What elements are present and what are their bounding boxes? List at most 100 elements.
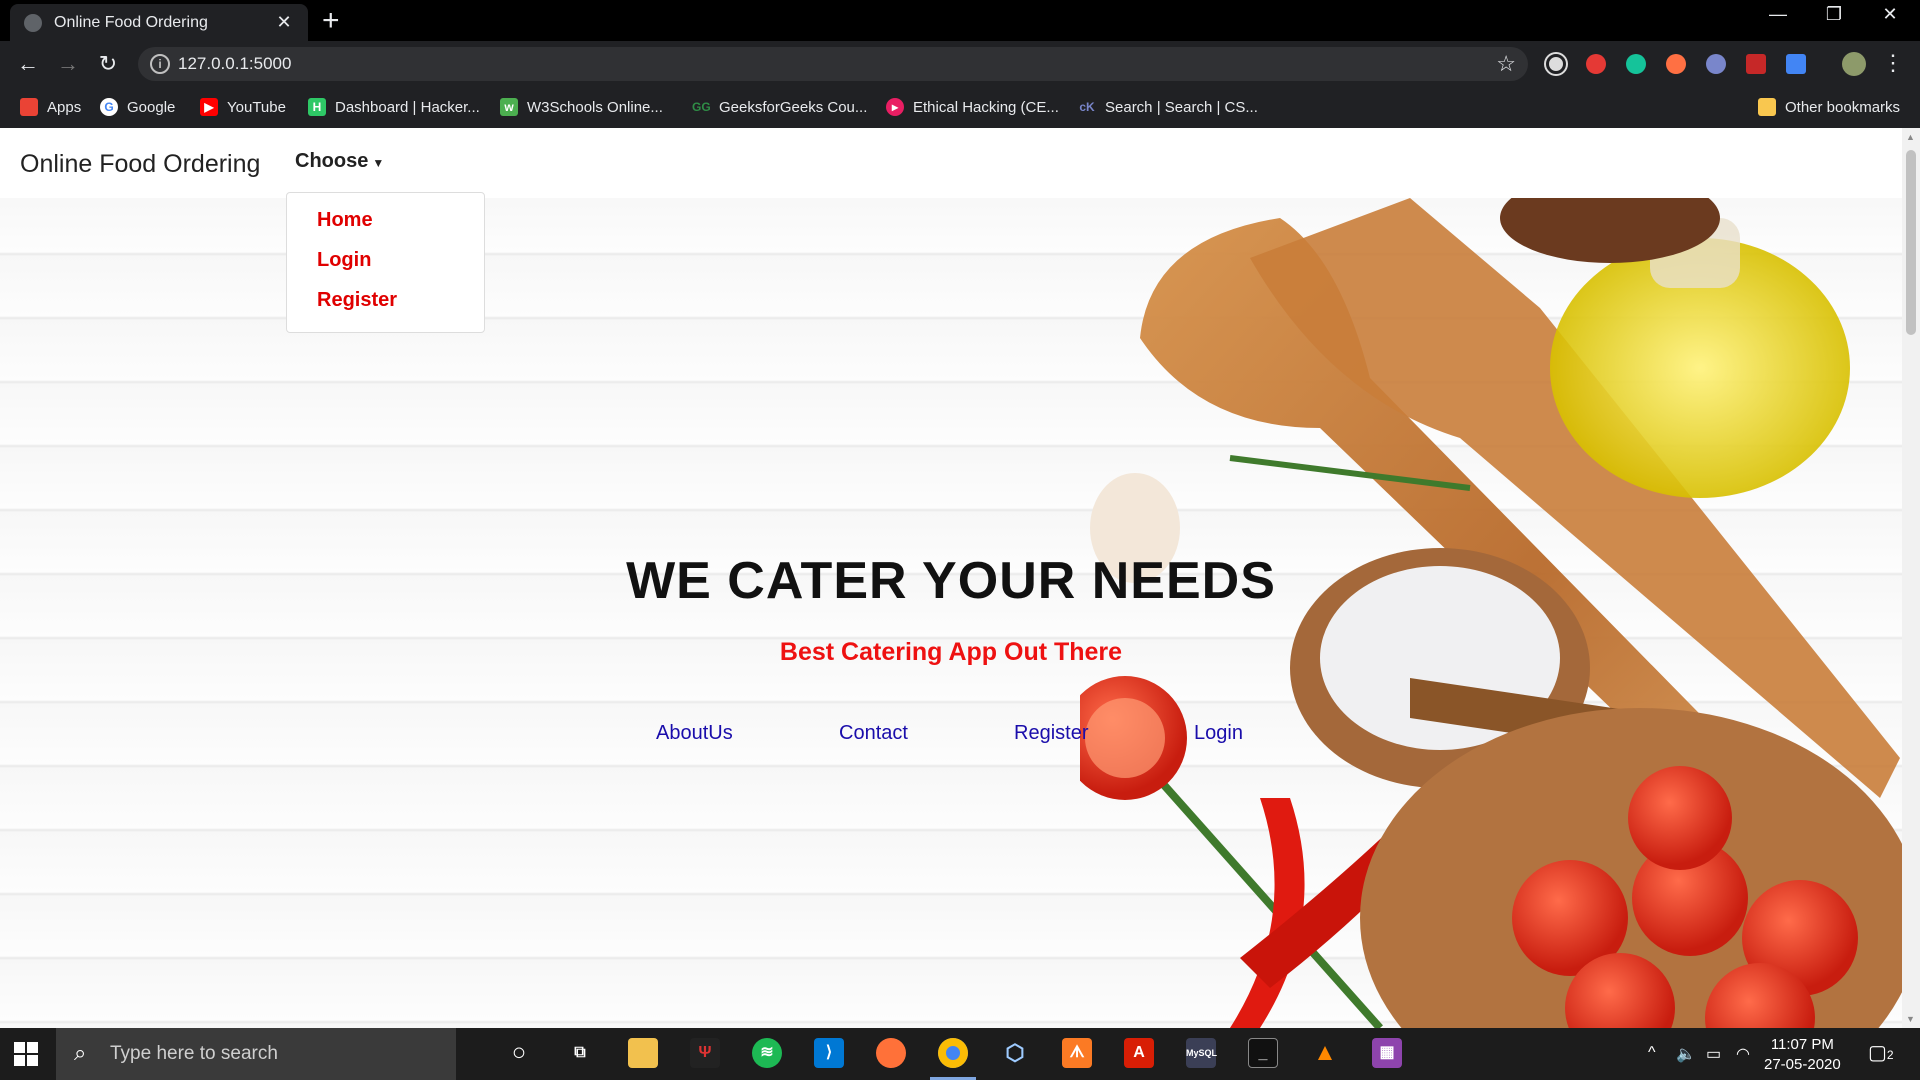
scroll-down-icon[interactable]: ▼ bbox=[1906, 1014, 1915, 1024]
folder-icon bbox=[1758, 98, 1776, 116]
chrome-menu-icon[interactable]: ⋮ bbox=[1882, 50, 1904, 76]
notification-count: 2 bbox=[1886, 1048, 1894, 1062]
bookmark-geeksforgeeks[interactable]: GG GeeksforGeeks Cou... bbox=[692, 98, 867, 116]
globe-icon bbox=[24, 13, 42, 32]
notification-center-icon[interactable]: ▢2 bbox=[1868, 1040, 1894, 1065]
mysql-workbench-icon[interactable]: MySQL bbox=[1186, 1038, 1217, 1068]
bookmark-label: Google bbox=[127, 98, 176, 116]
winrar-icon[interactable]: ▦ bbox=[1372, 1038, 1402, 1068]
new-tab-button[interactable]: + bbox=[322, 6, 340, 36]
youtube-icon: ▶ bbox=[200, 98, 218, 116]
minimize-icon[interactable]: — bbox=[1758, 4, 1798, 25]
profile-avatar[interactable] bbox=[1842, 52, 1866, 76]
bookmark-label: Apps bbox=[47, 98, 82, 116]
close-tab-icon[interactable]: ✕ bbox=[274, 12, 294, 33]
battery-icon[interactable]: ▭ bbox=[1706, 1044, 1721, 1064]
search-placeholder: Type here to search bbox=[110, 1043, 278, 1064]
hackerrank-icon: H bbox=[308, 98, 326, 116]
scrollbar-thumb[interactable] bbox=[1906, 150, 1916, 335]
bookmark-label: Dashboard | Hacker... bbox=[335, 98, 480, 116]
bookmark-other[interactable]: Other bookmarks bbox=[1758, 98, 1900, 116]
search-icon: ⌕ bbox=[74, 1040, 87, 1065]
forward-icon[interactable]: → bbox=[54, 50, 82, 78]
wifi-icon[interactable]: ◠ bbox=[1736, 1044, 1750, 1064]
spotify-icon[interactable]: ≋ bbox=[752, 1038, 782, 1068]
system-clock[interactable]: 11:07 PM 27-05-2020 bbox=[1764, 1035, 1841, 1075]
food-background-image bbox=[1080, 198, 1902, 1028]
brave-extension-icon[interactable] bbox=[1666, 54, 1686, 74]
predator-sense-icon[interactable]: Ψ bbox=[690, 1038, 720, 1068]
clock-time: 11:07 PM bbox=[1770, 1036, 1834, 1053]
translate-extension-icon[interactable] bbox=[1786, 54, 1806, 74]
hero-title: WE CATER YOUR NEEDS bbox=[626, 552, 1276, 610]
chrome-icon[interactable] bbox=[938, 1038, 968, 1068]
task-view-icon[interactable]: ⧉ bbox=[565, 1038, 595, 1068]
volume-icon[interactable]: 🔈 bbox=[1676, 1044, 1696, 1064]
bookmark-label: Other bookmarks bbox=[1785, 98, 1901, 116]
extension-icon[interactable] bbox=[1546, 54, 1566, 74]
choose-dropdown-toggle[interactable]: Choose ▼ bbox=[295, 150, 384, 173]
geeksforgeeks-icon: GG bbox=[692, 100, 711, 114]
firefox-icon[interactable] bbox=[876, 1038, 906, 1068]
bookmark-ethical-hacking[interactable]: ▸ Ethical Hacking (CE... bbox=[886, 98, 1059, 116]
xampp-icon[interactable]: ᗑ bbox=[1062, 1038, 1092, 1068]
caret-down-icon: ▼ bbox=[372, 156, 385, 170]
dropdown-item-login[interactable]: Login bbox=[317, 249, 371, 272]
pdf-extension-icon[interactable] bbox=[1746, 54, 1766, 74]
address-bar[interactable]: i 127.0.0.1:5000 ☆ bbox=[138, 47, 1528, 81]
windows-start-icon[interactable] bbox=[14, 1042, 38, 1066]
extension-icon[interactable] bbox=[1706, 54, 1726, 74]
url-text[interactable]: 127.0.0.1:5000 bbox=[178, 54, 291, 74]
dropdown-item-register[interactable]: Register bbox=[317, 289, 397, 312]
vscode-icon[interactable]: ⟩ bbox=[814, 1038, 844, 1068]
bookmark-hackerrank[interactable]: H Dashboard | Hacker... bbox=[308, 98, 480, 116]
bookmark-star-icon[interactable]: ☆ bbox=[1496, 51, 1516, 77]
aboutus-link[interactable]: AboutUs bbox=[656, 722, 733, 745]
reload-icon[interactable]: ↻ bbox=[94, 50, 122, 78]
bookmark-label: W3Schools Online... bbox=[527, 98, 663, 116]
bookmark-youtube[interactable]: ▶ YouTube bbox=[200, 98, 286, 116]
tab-title: Online Food Ordering bbox=[54, 13, 208, 31]
site-info-icon[interactable]: i bbox=[150, 54, 170, 74]
site-brand[interactable]: Online Food Ordering bbox=[20, 150, 260, 179]
bookmarks-bar: Apps G Google ▶ YouTube H Dashboard | Ha… bbox=[0, 87, 1920, 128]
site-navbar: Online Food Ordering Choose ▼ bbox=[0, 128, 1902, 198]
dropdown-item-home[interactable]: Home bbox=[317, 209, 373, 232]
taskbar-search-box[interactable]: ⌕ Type here to search bbox=[56, 1028, 456, 1080]
back-icon[interactable]: ← bbox=[14, 50, 42, 78]
bookmark-label: YouTube bbox=[227, 98, 286, 116]
vlc-icon[interactable]: ▲ bbox=[1310, 1038, 1340, 1068]
acrobat-icon[interactable]: A bbox=[1124, 1038, 1154, 1068]
bookmark-label: Ethical Hacking (CE... bbox=[913, 98, 1059, 116]
virtualbox-icon[interactable]: ⬡ bbox=[1000, 1038, 1030, 1068]
adblock-extension-icon[interactable] bbox=[1586, 54, 1606, 74]
windows-taskbar: ⌕ Type here to search ○ ⧉ Ψ ≋ ⟩ ⬡ ᗑ A My… bbox=[0, 1028, 1920, 1080]
browser-tab[interactable]: Online Food Ordering ✕ bbox=[10, 4, 308, 41]
contact-link[interactable]: Contact bbox=[839, 722, 908, 745]
cs-search-icon: cK bbox=[1079, 100, 1095, 114]
register-link[interactable]: Register bbox=[1014, 722, 1088, 745]
tray-overflow-icon[interactable]: ^ bbox=[1648, 1044, 1656, 1062]
browser-toolbar: ← → ↻ i 127.0.0.1:5000 ☆ ⋮ bbox=[0, 41, 1920, 87]
bookmark-cs-search[interactable]: cK Search | Search | CS... bbox=[1078, 98, 1258, 116]
ethical-hacking-icon: ▸ bbox=[886, 98, 904, 116]
apps-grid-icon bbox=[20, 98, 38, 116]
bookmark-label: GeeksforGeeks Cou... bbox=[719, 98, 868, 116]
restore-icon[interactable]: ❐ bbox=[1814, 4, 1854, 25]
login-link[interactable]: Login bbox=[1194, 722, 1243, 745]
bookmark-google[interactable]: G Google bbox=[100, 98, 175, 116]
file-explorer-icon[interactable] bbox=[628, 1038, 658, 1068]
grammarly-extension-icon[interactable] bbox=[1626, 54, 1646, 74]
clock-date: 27-05-2020 bbox=[1764, 1056, 1841, 1073]
cortana-icon[interactable]: ○ bbox=[504, 1038, 534, 1068]
scroll-up-icon[interactable]: ▲ bbox=[1906, 132, 1915, 142]
browser-titlebar: Online Food Ordering ✕ + — ❐ ✕ bbox=[0, 0, 1920, 41]
w3schools-icon: w bbox=[500, 98, 518, 116]
page-scrollbar[interactable]: ▲ ▼ bbox=[1902, 128, 1920, 1028]
bookmark-apps[interactable]: Apps bbox=[20, 98, 81, 116]
close-window-icon[interactable]: ✕ bbox=[1870, 4, 1910, 25]
google-icon: G bbox=[100, 98, 118, 116]
bookmark-w3schools[interactable]: w W3Schools Online... bbox=[500, 98, 663, 116]
bookmark-label: Search | Search | CS... bbox=[1105, 98, 1258, 116]
terminal-icon[interactable]: _ bbox=[1248, 1038, 1278, 1068]
